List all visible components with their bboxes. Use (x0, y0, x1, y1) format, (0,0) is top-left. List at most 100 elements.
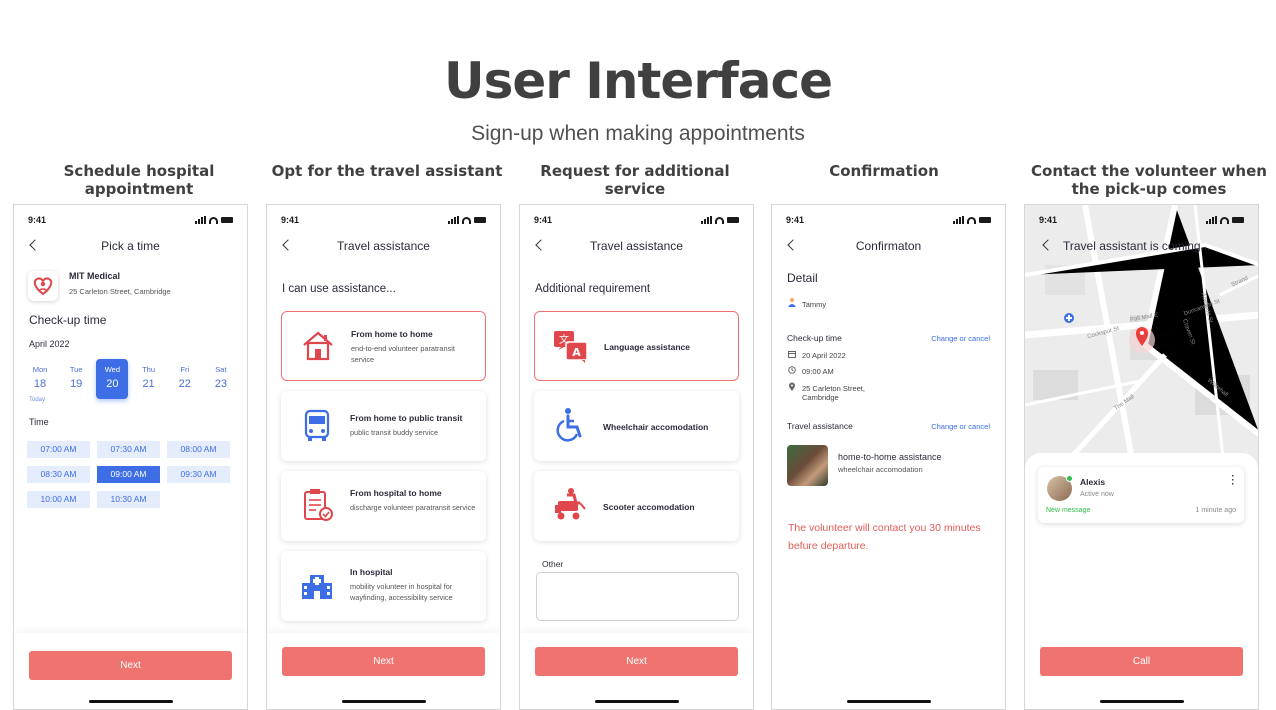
page-subtitle: Sign-up when making appointments (471, 122, 805, 145)
option-home-to-transit[interactable]: From home to public transit public trans… (281, 391, 486, 461)
time-slot[interactable]: 09:30 AM (167, 466, 230, 483)
section-title: Check-up time (29, 313, 107, 327)
day-sat[interactable]: Sat 23 (205, 359, 237, 399)
column-title-contact: Contact the volunteer when the pick-up c… (1031, 162, 1267, 198)
phone-schedule: 9:41 Pick a time MIT Medical 25 Carleton… (13, 204, 248, 710)
option-in-hospital[interactable]: In hospital mobility volunteer in hospit… (281, 551, 486, 621)
battery-icon (1232, 217, 1244, 223)
wheelchair-icon (556, 408, 582, 442)
option-title: Scooter accomodation (603, 502, 695, 512)
lead-text: Additional requirement (535, 283, 651, 295)
option-title: From home to home (351, 329, 433, 339)
column-title-schedule: Schedule hospital appointment (63, 162, 215, 198)
day-mon[interactable]: Mon 18 (24, 359, 56, 399)
date-value: 20 April 2022 (802, 351, 846, 360)
next-button[interactable]: Next (282, 647, 485, 676)
time-slot[interactable]: 07:30 AM (97, 441, 160, 458)
call-button[interactable]: Call (1040, 647, 1243, 676)
status-time: 9:41 (28, 215, 47, 225)
battery-icon (727, 217, 739, 223)
clipboard-icon (304, 489, 333, 521)
time-slot[interactable]: 10:00 AM (27, 491, 90, 508)
contact-name: Alexis (1080, 477, 1106, 487)
wifi-icon (715, 216, 724, 224)
hospital-address: 25 Carleton Street, Cambridge (69, 287, 171, 296)
time-value: 09:00 AM (802, 367, 834, 376)
option-title: In hospital (350, 567, 393, 577)
day-tue[interactable]: Tue 19 (60, 359, 92, 399)
status-time: 9:41 (534, 215, 553, 225)
more-options-icon[interactable]: · · · (1230, 472, 1236, 490)
battery-icon (474, 217, 486, 223)
day-fri[interactable]: Fri 22 (169, 359, 201, 399)
signal-icon (953, 216, 964, 224)
time-slot[interactable]: 10:30 AM (97, 491, 160, 508)
option-desc: discharge volunteer paratransit service (350, 503, 476, 512)
home-indicator (847, 700, 931, 703)
footer: Call (1025, 633, 1258, 709)
day-wed-selected[interactable]: Wed 20 (96, 359, 129, 399)
user-name: Tammy (802, 300, 827, 309)
hospital-icon (302, 575, 332, 599)
checkup-label: Check-up time (787, 333, 842, 343)
column-title-travel: Opt for the travel assistant (271, 162, 503, 180)
option-title: From home to public transit (350, 413, 463, 423)
service-sub: wheelchair accomodation (838, 465, 923, 474)
wifi-icon (209, 216, 218, 224)
option-home-to-home[interactable]: From home to home end-to-end volunteer p… (281, 311, 486, 381)
option-language[interactable]: 文 A Language assistance (534, 311, 739, 381)
bus-icon (304, 409, 330, 441)
online-status-dot (1066, 475, 1073, 482)
day-picker: Mon 18 Tue 19 Wed 20 Thu 21 Fri 22 Sat 23 (24, 359, 237, 399)
time-slot[interactable]: 08:30 AM (27, 466, 90, 483)
next-button[interactable]: Next (535, 647, 738, 676)
change-cancel-link-travel[interactable]: Change or cancel (931, 422, 990, 431)
option-desc: public transit buddy service (350, 428, 439, 437)
date-row: 20 April 2022 (788, 350, 846, 360)
time-slot[interactable]: 08:00 AM (167, 441, 230, 458)
user-row: Tammy (788, 297, 826, 309)
time-slot-selected[interactable]: 09:00 AM (97, 466, 160, 483)
address-row: 25 Carleton Street, (788, 382, 865, 393)
nav-title: Pick a time (101, 239, 160, 253)
option-hospital-to-home[interactable]: From hospital to home discharge voluntee… (281, 471, 486, 541)
signal-icon (195, 216, 206, 224)
phone-travel-assistance: 9:41 Travel assistance I can use assista… (266, 204, 501, 710)
next-button[interactable]: Next (29, 651, 232, 680)
scooter-icon (555, 488, 586, 520)
lead-text: I can use assistance... (282, 283, 396, 295)
clock-icon (788, 366, 796, 376)
status-bar: 9:41 (786, 215, 991, 227)
change-cancel-link[interactable]: Change or cancel (931, 334, 990, 343)
signal-icon (1206, 216, 1217, 224)
back-arrow-icon[interactable] (1042, 239, 1054, 251)
svg-text:文: 文 (559, 333, 569, 346)
time-label: Time (29, 417, 49, 427)
service-thumbnail (787, 445, 828, 486)
contact-status: Active now (1080, 491, 1114, 498)
service-title: home-to-home assistance (838, 452, 942, 462)
nav-title: Travel assistant is coming... (1063, 239, 1211, 253)
option-scooter[interactable]: Scooter accomodation (534, 471, 739, 541)
new-message-label[interactable]: New message (1046, 507, 1090, 514)
signal-icon (448, 216, 459, 224)
other-label: Other (542, 559, 564, 569)
time-row: 09:00 AM (788, 366, 834, 376)
hospital-logo (28, 271, 58, 301)
wifi-icon (967, 216, 976, 224)
status-time: 9:41 (1039, 215, 1058, 225)
other-input[interactable] (536, 572, 739, 621)
volunteer-notice: The volunteer will contact you 30 minute… (788, 522, 981, 552)
column-title-confirmation: Confirmation (829, 162, 939, 180)
option-desc: mobility volunteer in hospital for wayfi… (350, 582, 453, 602)
option-wheelchair[interactable]: Wheelchair accomodation (534, 391, 739, 461)
option-title: From hospital to home (350, 488, 442, 498)
footer: Next (14, 633, 247, 709)
volunteer-contact-card[interactable]: Alexis Active now · · · New message 1 minu… (1038, 467, 1244, 523)
day-thu[interactable]: Thu 21 (133, 359, 165, 399)
time-slot[interactable]: 07:00 AM (27, 441, 90, 458)
month-label: April 2022 (29, 339, 70, 349)
home-indicator (595, 700, 679, 703)
address-line1: 25 Carleton Street, (802, 384, 865, 393)
home-indicator (1100, 700, 1184, 703)
